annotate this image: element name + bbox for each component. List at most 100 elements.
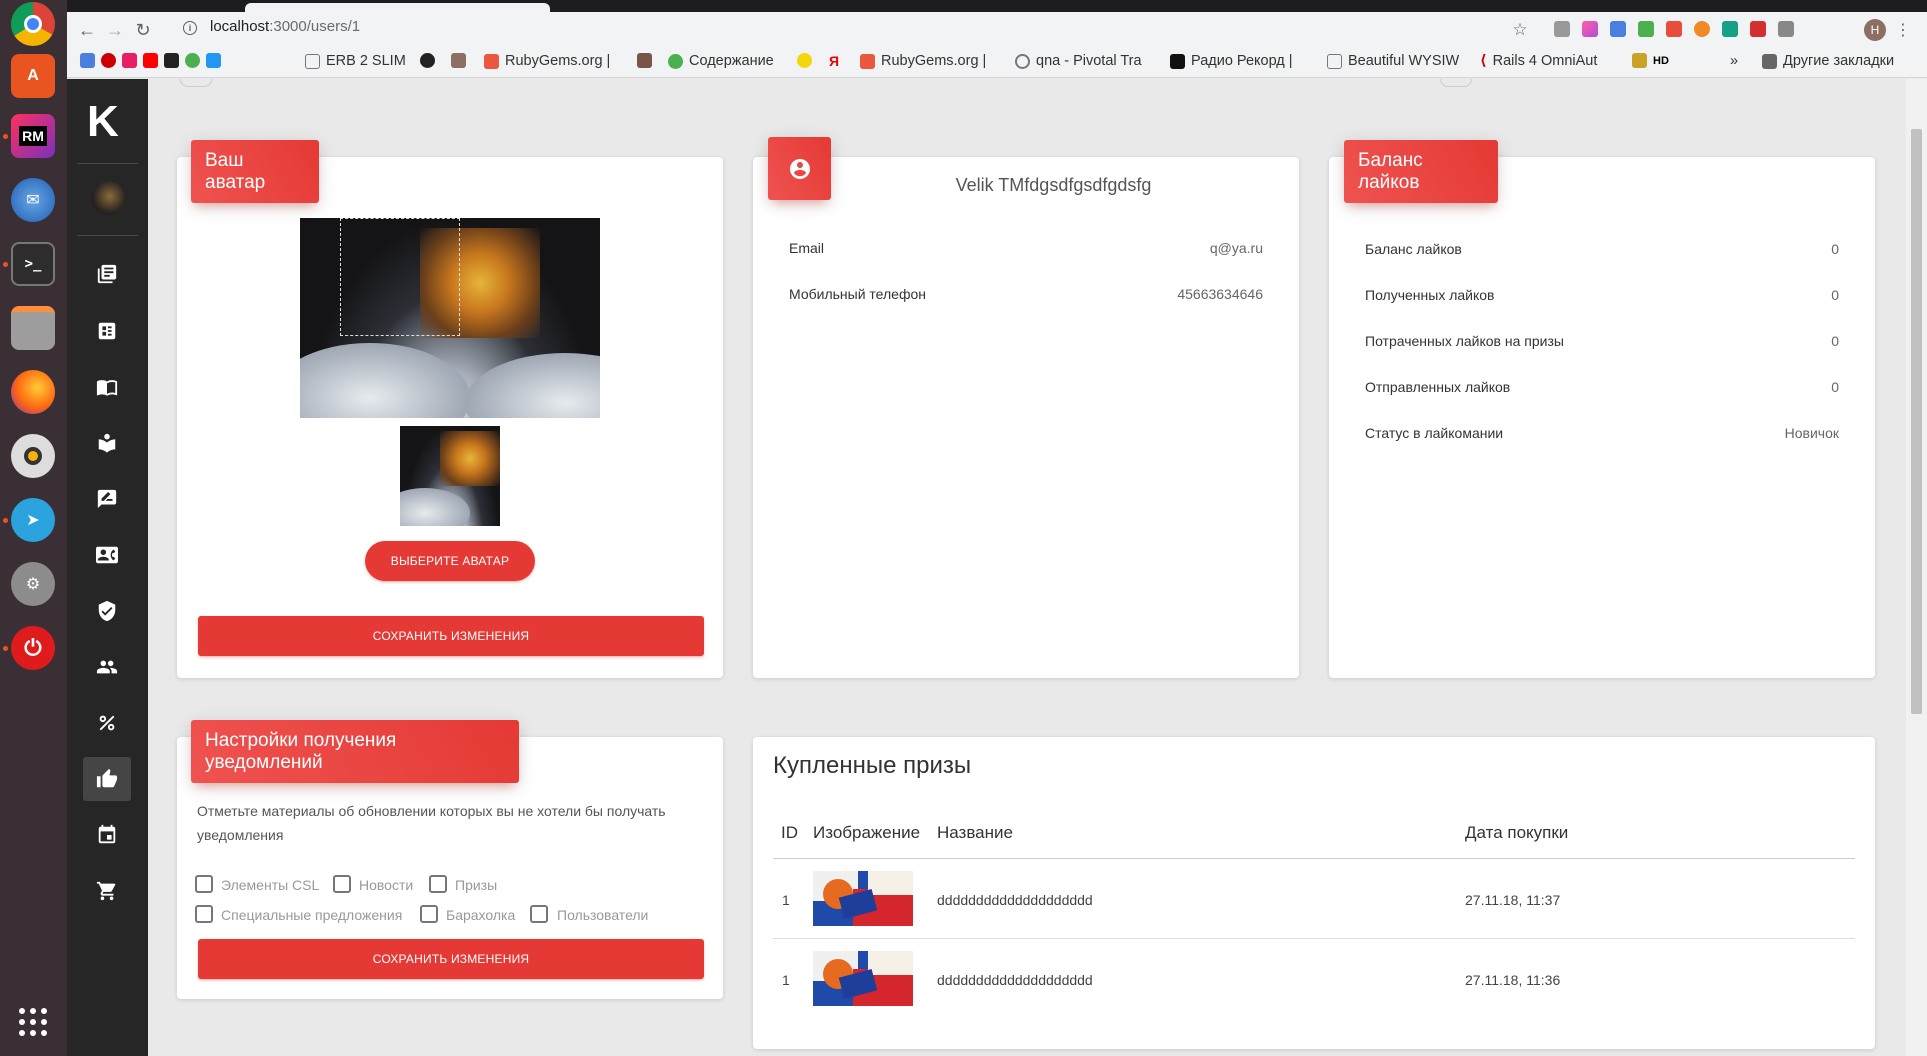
sidebar-item-news[interactable] xyxy=(83,309,131,353)
rubygems-icon xyxy=(484,53,499,69)
extension-eyedropper-icon[interactable] xyxy=(1554,21,1570,37)
bookmark-item[interactable]: Содержание xyxy=(668,53,774,69)
scrollbar-thumb[interactable] xyxy=(1911,129,1922,714)
extension-scissors-icon[interactable] xyxy=(1666,21,1682,37)
chrome-launcher[interactable] xyxy=(9,0,57,48)
sidebar-item-feedback[interactable] xyxy=(83,477,131,521)
rhythmbox-launcher[interactable] xyxy=(9,432,57,480)
photo-table xyxy=(300,343,470,418)
save-avatar-button[interactable]: СОХРАНИТЬ ИЗМЕНЕНИЯ xyxy=(198,616,704,656)
bookmark-play-icon-item[interactable] xyxy=(797,53,812,68)
extension-s-icon[interactable] xyxy=(1722,21,1738,37)
sidebar-item-contacts[interactable] xyxy=(83,533,131,577)
bookmark-hammer-icon-item[interactable] xyxy=(637,53,652,68)
bookmark-icons-group xyxy=(80,53,221,68)
checkbox-news[interactable] xyxy=(333,875,351,893)
verified-shield-icon xyxy=(98,600,116,622)
bookmark-translate-icon[interactable] xyxy=(80,53,95,68)
bookmark-tn-icon[interactable] xyxy=(206,53,221,68)
bookmark-slack-icon[interactable] xyxy=(164,53,179,68)
sidebar-item-education[interactable] xyxy=(83,421,131,465)
extension-window-icon[interactable] xyxy=(1778,21,1794,37)
show-apps-button[interactable] xyxy=(9,998,57,1046)
software-launcher[interactable]: A xyxy=(9,52,57,100)
extension-colorpick-icon[interactable] xyxy=(1582,21,1598,37)
bookmark-star-icon[interactable]: ☆ xyxy=(1508,18,1532,42)
app-logo[interactable]: K xyxy=(87,97,119,147)
page-scrollbar[interactable] xyxy=(1906,79,1927,1056)
rubymine-launcher[interactable]: RM xyxy=(9,112,57,160)
telegram-launcher[interactable]: ➤ xyxy=(9,496,57,544)
power-icon: ⏻ xyxy=(11,626,55,670)
back-icon[interactable]: ← xyxy=(75,18,99,42)
settings-launcher[interactable]: ⚙ xyxy=(9,560,57,608)
bookmark-item[interactable]: RubyGems.org | xyxy=(484,53,610,69)
purchase-date: 27.11.18, 11:37 xyxy=(1465,892,1561,908)
bookmark-ruby-icon[interactable] xyxy=(101,53,116,68)
page-icon xyxy=(305,53,320,69)
bookmark-item[interactable]: Beautiful WYSIW xyxy=(1327,53,1459,69)
reload-icon[interactable]: ↻ xyxy=(131,18,155,42)
save-notifications-button[interactable]: СОХРАНИТЬ ИЗМЕНЕНИЯ xyxy=(198,939,704,979)
purchase-date: 27.11.18, 11:36 xyxy=(1465,972,1561,988)
bookmark-brain-icon[interactable] xyxy=(185,53,200,68)
other-bookmarks-folder[interactable]: Другие закладки xyxy=(1762,53,1894,69)
bookmark-item[interactable]: ERB 2 SLIM xyxy=(305,53,406,69)
menu-dots-icon[interactable]: ⋮ xyxy=(1891,18,1915,42)
row-label: Полученных лайков xyxy=(1365,287,1495,303)
extension-ublock-icon[interactable] xyxy=(1750,21,1766,37)
bookmark-item[interactable]: RubyGems.org | xyxy=(860,53,986,69)
bookmark-label: RubyGems.org | xyxy=(881,53,987,69)
sidebar-item-users[interactable] xyxy=(83,645,131,689)
sidebar-item-discounts[interactable] xyxy=(83,701,131,745)
bookmark-item[interactable]: qna - Pivotal Tra xyxy=(1015,53,1142,69)
checkbox-csl[interactable] xyxy=(195,875,213,893)
row-value: 0 xyxy=(1831,333,1839,349)
thunderbird-launcher[interactable]: ✉ xyxy=(9,176,57,224)
sidebar-user-avatar[interactable] xyxy=(91,181,125,215)
shutdown-launcher[interactable]: ⏻ xyxy=(9,624,57,672)
bookmark-label: Beautiful WYSIW xyxy=(1348,53,1460,69)
site-info-icon[interactable]: i xyxy=(183,21,197,35)
bookmark-owl-icon-item[interactable] xyxy=(451,53,466,68)
software-center-icon: A xyxy=(11,54,55,98)
sidebar-item-likes[interactable] xyxy=(83,757,131,801)
bookmark-yandex-icon-item[interactable]: Я xyxy=(829,53,839,69)
browser-toolbar: ← → ↻ i localhost:3000/users/1 ☆ H ⋮ xyxy=(67,12,1927,47)
bookmark-youtube-icon[interactable] xyxy=(143,53,158,68)
checkbox-label: Новости xyxy=(359,877,414,893)
sidebar-item-events[interactable] xyxy=(83,813,131,857)
firefox-launcher[interactable] xyxy=(9,368,57,416)
checkbox-label: Специальные предложения xyxy=(221,907,403,923)
bookmark-github-icon-item[interactable] xyxy=(420,53,435,68)
address-bar[interactable]: localhost:3000/users/1 xyxy=(210,18,360,35)
checkbox-prizes[interactable] xyxy=(429,875,447,893)
profile-card-header xyxy=(768,137,831,200)
checkbox-users[interactable] xyxy=(530,905,548,923)
forward-icon[interactable]: → xyxy=(103,18,127,42)
extension-ball-icon[interactable] xyxy=(1694,21,1710,37)
checkbox-special-offers[interactable] xyxy=(195,905,213,923)
choose-avatar-button[interactable]: ВЫБЕРИТЕ АВАТАР xyxy=(365,541,535,581)
sidebar-item-book[interactable] xyxy=(83,365,131,409)
bookmark-item[interactable]: HD xyxy=(1632,53,1669,68)
bookmark-app-icon[interactable] xyxy=(122,53,137,68)
sidebar-item-library[interactable] xyxy=(83,252,131,296)
sidebar-item-shop[interactable] xyxy=(83,869,131,913)
profile-avatar[interactable]: H xyxy=(1864,19,1886,41)
extension-shield-icon[interactable] xyxy=(1638,21,1654,37)
terminal-launcher[interactable]: >_ xyxy=(9,240,57,288)
people-icon xyxy=(96,660,118,674)
avatar-crop-image[interactable] xyxy=(300,218,600,418)
crop-selection-box[interactable] xyxy=(340,218,460,336)
extension-translate-icon[interactable] xyxy=(1610,21,1626,37)
files-launcher[interactable] xyxy=(9,304,57,352)
active-tab[interactable] xyxy=(245,3,550,12)
bookmark-label: HD xyxy=(1653,54,1669,67)
bookmark-item[interactable]: ⟨ Rails 4 OmniAut xyxy=(1480,53,1597,69)
checkbox-flea-market[interactable] xyxy=(420,905,438,923)
sidebar-item-security[interactable] xyxy=(83,589,131,633)
bookmark-item[interactable]: Радио Рекорд | xyxy=(1170,53,1293,69)
more-bookmarks-button[interactable]: » xyxy=(1730,53,1738,69)
prizes-title: Купленные призы xyxy=(773,752,972,779)
